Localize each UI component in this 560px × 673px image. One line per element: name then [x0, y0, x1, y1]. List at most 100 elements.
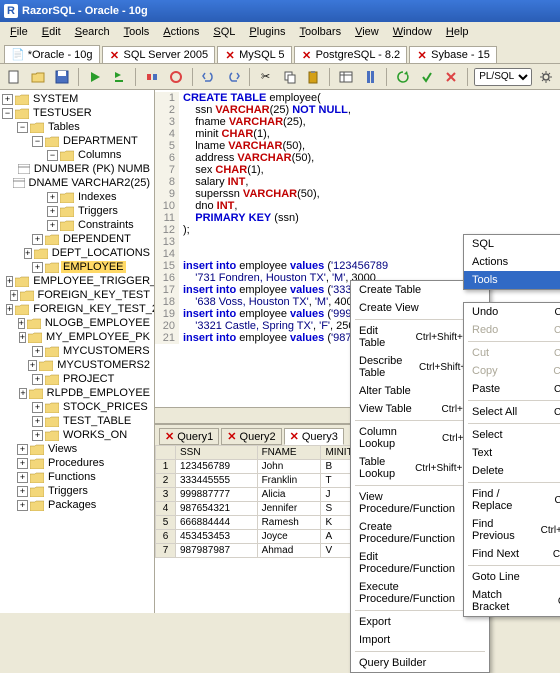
tree-label[interactable]: TEST_TABLE	[61, 415, 133, 427]
result-tab[interactable]: ✕Query1	[159, 428, 219, 445]
tree-expander[interactable]: +	[24, 248, 32, 259]
close-icon[interactable]: ✕	[227, 430, 236, 443]
tree-label[interactable]: FOREIGN_KEY_TEST	[36, 289, 152, 301]
open-icon[interactable]	[28, 67, 48, 87]
tree-expander[interactable]: +	[32, 430, 43, 441]
run-icon[interactable]	[85, 67, 105, 87]
tree-label[interactable]: FOREIGN_KEY_TEST_2	[31, 303, 155, 315]
tree-expander[interactable]: +	[28, 360, 38, 371]
menu-file[interactable]: File	[4, 24, 34, 40]
grid-header[interactable]: FNAME	[257, 446, 321, 460]
tree-expander[interactable]: +	[32, 402, 43, 413]
tree-label[interactable]: Views	[46, 443, 79, 455]
menu-item[interactable]: Find / ReplaceCtrl+F	[464, 485, 560, 515]
context-menu-side[interactable]: UndoCtrl+ZRedoCtrl+YCutCtrl+XCopyCtrl+CP…	[463, 302, 560, 617]
menu-item[interactable]: CopyCtrl+C	[464, 362, 560, 380]
tree-label[interactable]: MYCUSTOMERS2	[55, 359, 152, 371]
tree-label[interactable]: Functions	[46, 471, 98, 483]
language-select[interactable]: PL/SQL	[474, 68, 532, 86]
menu-item[interactable]: UndoCtrl+Z	[464, 303, 560, 321]
tree-label[interactable]: TESTUSER	[31, 107, 94, 119]
menu-item[interactable]: Import	[351, 631, 489, 649]
new-icon[interactable]	[4, 67, 24, 87]
menu-help[interactable]: Help	[440, 24, 475, 40]
menu-item[interactable]: RedoCtrl+Y	[464, 321, 560, 339]
menu-window[interactable]: Window	[387, 24, 438, 40]
tree-label[interactable]: MYCUSTOMERS	[61, 345, 152, 357]
tree-label[interactable]: MY_EMPLOYEE_PK	[44, 331, 152, 343]
menu-actions[interactable]: Actions	[157, 24, 205, 40]
tree-label[interactable]: DNUMBER (PK) NUMB	[32, 163, 152, 175]
tree-expander[interactable]: +	[2, 94, 13, 105]
tree-expander[interactable]: +	[47, 192, 58, 203]
menu-search[interactable]: Search	[69, 24, 116, 40]
grid-header[interactable]	[156, 446, 176, 460]
tree-expander[interactable]: −	[47, 150, 58, 161]
tree-expander[interactable]: +	[32, 346, 43, 357]
tree-expander[interactable]: +	[32, 262, 43, 273]
tree-expander[interactable]: −	[2, 108, 13, 119]
tree-label[interactable]: RLPDB_EMPLOYEE	[45, 387, 152, 399]
menu-item[interactable]: Text▶	[464, 444, 560, 462]
run-sel-icon[interactable]	[109, 67, 129, 87]
tree-label[interactable]: Constraints	[76, 219, 136, 231]
tree-label[interactable]: DEPARTMENT	[61, 135, 140, 147]
conn-tab[interactable]: ✕MySQL 5	[217, 46, 291, 63]
menu-edit[interactable]: Edit	[36, 24, 67, 40]
tree-label[interactable]: WORKS_ON	[61, 429, 129, 441]
menu-item[interactable]: Actions▶	[464, 253, 560, 271]
conn-tab[interactable]: ✕Sybase - 15	[409, 46, 497, 63]
undo-icon[interactable]	[199, 67, 219, 87]
close-icon[interactable]: ✕	[301, 49, 313, 61]
tree-expander[interactable]: +	[17, 444, 28, 455]
tree-label[interactable]: PROJECT	[61, 373, 116, 385]
menu-tools[interactable]: Tools	[118, 24, 156, 40]
tree-label[interactable]: Triggers	[76, 205, 120, 217]
conn-tab[interactable]: 📄*Oracle - 10g	[4, 45, 100, 63]
conn-tab[interactable]: ✕PostgreSQL - 8.2	[294, 46, 408, 63]
tree-label[interactable]: Packages	[46, 499, 98, 511]
paste-icon[interactable]	[303, 67, 323, 87]
tree-label[interactable]: EMPLOYEE	[61, 261, 126, 273]
tree-pane[interactable]: +SYSTEM−TESTUSER−Tables−DEPARTMENT−Colum…	[0, 90, 155, 613]
result-tab[interactable]: ✕Query2	[221, 428, 281, 445]
tree-expander[interactable]: +	[6, 276, 13, 287]
tree-expander[interactable]: −	[17, 122, 28, 133]
context-menu-side-top[interactable]: SQL▶Actions▶Tools▶	[463, 234, 560, 290]
tree-expander[interactable]: +	[17, 458, 28, 469]
connect-icon[interactable]	[142, 67, 162, 87]
tree-label[interactable]: SYSTEM	[31, 93, 80, 105]
tree-expander[interactable]: +	[6, 304, 13, 315]
tree-expander[interactable]: +	[19, 332, 26, 343]
close-icon[interactable]: ✕	[290, 430, 299, 443]
commit-icon[interactable]	[417, 67, 437, 87]
tree-label[interactable]: DEPT_LOCATIONS	[50, 247, 152, 259]
refresh-icon[interactable]	[393, 67, 413, 87]
tree-label[interactable]: DNAME VARCHAR2(25)	[27, 177, 152, 189]
menu-item[interactable]: Delete▶	[464, 462, 560, 480]
grid-header[interactable]: SSN	[176, 446, 258, 460]
rollback-icon[interactable]	[441, 67, 461, 87]
menu-view[interactable]: View	[349, 24, 385, 40]
menu-item[interactable]: CutCtrl+X	[464, 344, 560, 362]
tree-label[interactable]: EMPLOYEE_TRIGGER_TEST	[31, 275, 155, 287]
tree-label[interactable]: Procedures	[46, 457, 106, 469]
column-icon[interactable]	[360, 67, 380, 87]
tree-expander[interactable]: +	[18, 318, 25, 329]
close-icon[interactable]: ✕	[109, 49, 121, 61]
menu-sql[interactable]: SQL	[207, 24, 241, 40]
copy-icon[interactable]	[280, 67, 300, 87]
tree-expander[interactable]: +	[47, 206, 58, 217]
close-icon[interactable]: ✕	[416, 49, 428, 61]
menu-toolbars[interactable]: Toolbars	[294, 24, 348, 40]
tree-expander[interactable]: +	[47, 220, 58, 231]
menu-item[interactable]: Goto Line	[464, 568, 560, 586]
redo-icon[interactable]	[223, 67, 243, 87]
close-icon[interactable]: ✕	[224, 49, 236, 61]
disconnect-icon[interactable]	[166, 67, 186, 87]
tree-label[interactable]: Indexes	[76, 191, 119, 203]
tree-expander[interactable]: +	[17, 486, 28, 497]
tree-label[interactable]: Tables	[46, 121, 82, 133]
menu-item[interactable]: SQL▶	[464, 235, 560, 253]
save-icon[interactable]	[52, 67, 72, 87]
